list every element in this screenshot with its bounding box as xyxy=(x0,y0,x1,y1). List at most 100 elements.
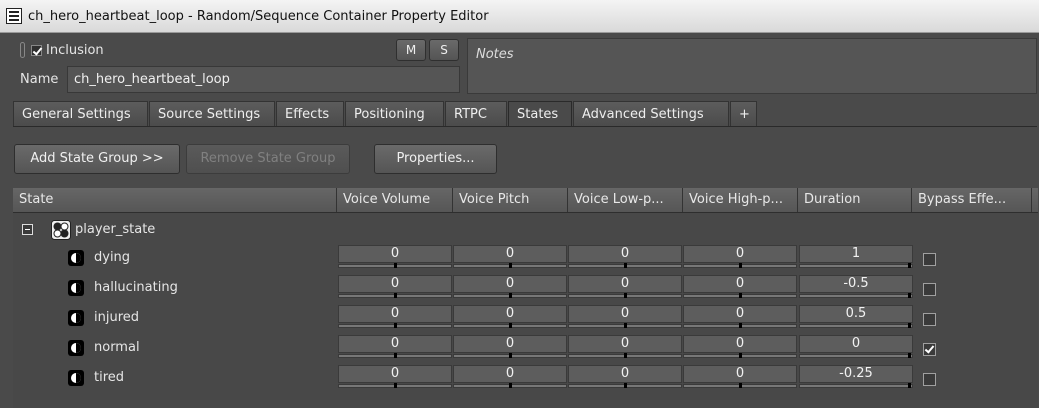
value-text[interactable]: 0 xyxy=(683,305,797,323)
value-text[interactable]: 0 xyxy=(683,245,797,263)
value-cell-duration[interactable]: -0.5 xyxy=(799,275,913,299)
slider-thumb[interactable] xyxy=(739,293,742,298)
value-cell-voice-pitch[interactable]: 0 xyxy=(453,335,567,359)
value-slider[interactable] xyxy=(338,353,452,358)
column-header-voice-pitch[interactable]: Voice Pitch xyxy=(453,188,568,212)
slider-thumb[interactable] xyxy=(739,323,742,328)
slider-thumb[interactable] xyxy=(908,383,911,388)
inclusion-checkbox[interactable] xyxy=(31,45,42,56)
value-cell-voice-low-p[interactable]: 0 xyxy=(568,245,682,269)
bypass-effects-checkbox[interactable] xyxy=(923,313,936,326)
value-text[interactable]: 0 xyxy=(453,305,567,323)
value-cell-voice-volume[interactable]: 0 xyxy=(338,305,452,329)
value-slider[interactable] xyxy=(568,293,682,298)
value-text[interactable]: 0 xyxy=(683,335,797,353)
state-row-hallucinating[interactable]: hallucinating 0 0 0 0 -0.5 xyxy=(13,273,1038,303)
slider-thumb[interactable] xyxy=(624,353,627,358)
bypass-effects-checkbox[interactable] xyxy=(923,373,936,386)
state-row-tired[interactable]: tired 0 0 0 0 -0.25 xyxy=(13,363,1038,393)
value-slider[interactable] xyxy=(453,323,567,328)
value-cell-voice-volume[interactable]: 0 xyxy=(338,365,452,389)
value-text[interactable]: 0 xyxy=(338,335,452,353)
column-header-voice-high-p[interactable]: Voice High-p... xyxy=(683,188,798,212)
value-text[interactable]: 0 xyxy=(568,275,682,293)
value-slider[interactable] xyxy=(799,353,913,358)
value-slider[interactable] xyxy=(453,293,567,298)
slider-thumb[interactable] xyxy=(908,293,911,298)
mute-button[interactable]: M xyxy=(396,39,426,61)
slider-thumb[interactable] xyxy=(509,293,512,298)
value-slider[interactable] xyxy=(568,323,682,328)
column-header-duration[interactable]: Duration xyxy=(798,188,912,212)
tab-add[interactable]: + xyxy=(730,101,757,127)
tab-rtpc[interactable]: RTPC xyxy=(445,101,507,127)
value-cell-duration[interactable]: 1 xyxy=(799,245,913,269)
value-text[interactable]: 0.5 xyxy=(799,305,913,323)
value-text[interactable]: -0.25 xyxy=(799,365,913,383)
slider-thumb[interactable] xyxy=(624,263,627,268)
value-cell-voice-high-p[interactable]: 0 xyxy=(683,335,797,359)
value-cell-voice-volume[interactable]: 0 xyxy=(338,275,452,299)
slider-thumb[interactable] xyxy=(908,353,911,358)
column-header-voice-volume[interactable]: Voice Volume xyxy=(337,188,453,212)
value-slider[interactable] xyxy=(683,323,797,328)
properties-button[interactable]: Properties... xyxy=(374,144,497,174)
slider-thumb[interactable] xyxy=(908,263,911,268)
tab-source-settings[interactable]: Source Settings xyxy=(149,101,275,127)
value-text[interactable]: 0 xyxy=(453,275,567,293)
slider-thumb[interactable] xyxy=(509,383,512,388)
value-cell-voice-low-p[interactable]: 0 xyxy=(568,335,682,359)
slider-thumb[interactable] xyxy=(739,383,742,388)
value-cell-voice-low-p[interactable]: 0 xyxy=(568,305,682,329)
value-slider[interactable] xyxy=(683,293,797,298)
tab-advanced-settings[interactable]: Advanced Settings xyxy=(573,101,729,127)
value-slider[interactable] xyxy=(568,353,682,358)
value-cell-voice-high-p[interactable]: 0 xyxy=(683,275,797,299)
slider-thumb[interactable] xyxy=(509,323,512,328)
value-text[interactable]: 0 xyxy=(338,305,452,323)
slider-thumb[interactable] xyxy=(394,293,397,298)
value-text[interactable]: -0.5 xyxy=(799,275,913,293)
value-cell-voice-pitch[interactable]: 0 xyxy=(453,305,567,329)
value-text[interactable]: 0 xyxy=(568,245,682,263)
bypass-effects-checkbox[interactable] xyxy=(923,283,936,296)
value-text[interactable]: 0 xyxy=(683,365,797,383)
tab-general-settings[interactable]: General Settings xyxy=(13,101,148,127)
bypass-effects-cell[interactable] xyxy=(923,252,936,266)
bypass-effects-cell[interactable] xyxy=(923,282,936,296)
value-text[interactable]: 0 xyxy=(683,275,797,293)
state-row-dying[interactable]: dying 0 0 0 0 1 xyxy=(13,243,1038,273)
value-text[interactable]: 0 xyxy=(338,275,452,293)
value-slider[interactable] xyxy=(683,383,797,388)
slider-thumb[interactable] xyxy=(394,323,397,328)
value-cell-voice-high-p[interactable]: 0 xyxy=(683,305,797,329)
slider-thumb[interactable] xyxy=(624,323,627,328)
inclusion-toggle[interactable]: Inclusion xyxy=(31,43,104,58)
column-header-state[interactable]: State xyxy=(13,188,337,212)
value-cell-voice-volume[interactable]: 0 xyxy=(338,245,452,269)
value-slider[interactable] xyxy=(799,263,913,268)
solo-button[interactable]: S xyxy=(429,39,459,61)
name-field[interactable]: ch_hero_heartbeat_loop xyxy=(67,66,460,93)
value-text[interactable]: 0 xyxy=(338,365,452,383)
value-text[interactable]: 0 xyxy=(568,335,682,353)
slider-thumb[interactable] xyxy=(739,353,742,358)
value-text[interactable]: 0 xyxy=(568,305,682,323)
slider-thumb[interactable] xyxy=(624,293,627,298)
value-text[interactable]: 1 xyxy=(799,245,913,263)
value-slider[interactable] xyxy=(338,263,452,268)
bypass-effects-checkbox[interactable] xyxy=(923,253,936,266)
slider-thumb[interactable] xyxy=(509,263,512,268)
value-slider[interactable] xyxy=(338,323,452,328)
tab-positioning[interactable]: Positioning xyxy=(345,101,444,127)
remove-state-group-button[interactable]: Remove State Group xyxy=(186,144,350,174)
tab-states[interactable]: States xyxy=(508,101,572,127)
bypass-effects-checkbox[interactable] xyxy=(923,343,936,356)
value-slider[interactable] xyxy=(453,263,567,268)
column-header-bypass-effe[interactable]: Bypass Effe... xyxy=(912,188,1032,212)
collapse-icon[interactable] xyxy=(22,224,33,235)
value-cell-duration[interactable]: 0 xyxy=(799,335,913,359)
value-cell-voice-high-p[interactable]: 0 xyxy=(683,365,797,389)
value-cell-voice-pitch[interactable]: 0 xyxy=(453,275,567,299)
bypass-effects-cell[interactable] xyxy=(923,372,936,386)
